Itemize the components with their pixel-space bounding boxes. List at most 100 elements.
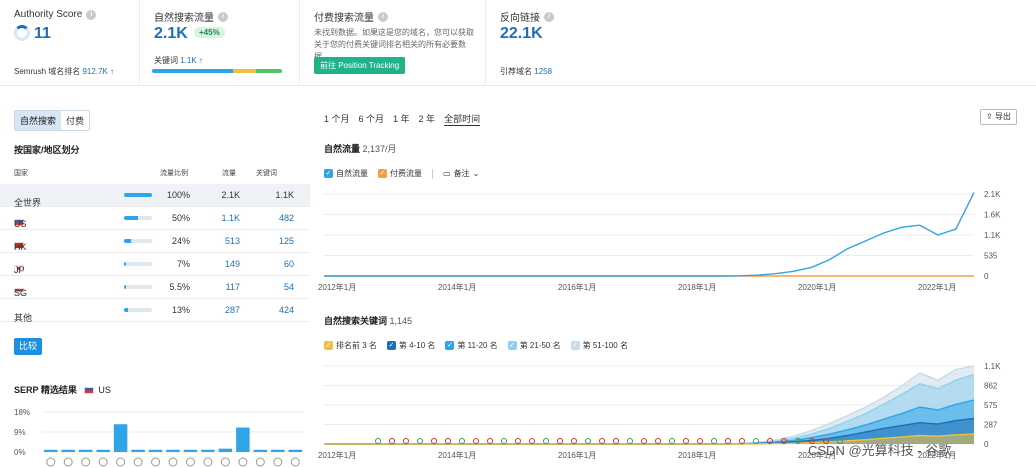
traffic-legend: ✓ 自然流量 ✓ 付费流量 ▭ 备注 ⌄: [324, 168, 479, 179]
serp-feature-icon[interactable]: [168, 457, 178, 467]
bar[interactable]: [113, 424, 128, 452]
serp-feature-icon[interactable]: [151, 457, 161, 467]
serp-feature-icon[interactable]: [98, 457, 108, 467]
country-row[interactable]: HK 24% 513 125: [0, 230, 310, 253]
y-tick-label: 862: [984, 382, 998, 391]
organic-traffic-title: 自然搜索流量: [154, 13, 214, 24]
range-all[interactable]: 全部时间: [444, 112, 481, 126]
legend-21-50[interactable]: ✓ 第 21-50 名: [507, 340, 561, 351]
legend-organic[interactable]: ✓ 自然流量: [324, 168, 368, 179]
authority-score-value: 11: [34, 25, 51, 42]
range-6m[interactable]: 6 个月: [359, 112, 385, 126]
serp-marker: [711, 438, 717, 444]
bar[interactable]: [44, 449, 58, 452]
keywords-value[interactable]: 482: [262, 213, 294, 223]
bar[interactable]: [131, 449, 145, 452]
legend-51-100[interactable]: ✓ 第 51-100 名: [570, 340, 628, 351]
legend-4-10[interactable]: ✓ 第 4-10 名: [386, 340, 435, 351]
bar[interactable]: [218, 448, 233, 452]
serp-marker: [627, 438, 633, 444]
traffic-value[interactable]: 117: [210, 282, 240, 292]
backlinks-card: 反向链接 i 22.1K 引荐域名 1258: [486, 0, 1036, 86]
serp-marker: [585, 438, 591, 444]
bar[interactable]: [61, 449, 75, 452]
semrush-rank-value[interactable]: 912.7K ↑: [82, 67, 114, 76]
traffic-value[interactable]: 287: [210, 305, 240, 315]
serp-feature-icon[interactable]: [273, 457, 283, 467]
col-traffic[interactable]: 流量: [222, 168, 236, 178]
by-country-title: 按国家/地区划分: [14, 145, 80, 155]
serp-feature-icon[interactable]: [46, 457, 56, 467]
legend-top3[interactable]: ✓ 排名前 3 名: [324, 340, 377, 351]
x-tick-label: 2018年1月: [678, 282, 716, 292]
notes-dropdown[interactable]: ▭ 备注 ⌄: [443, 168, 479, 179]
keywords-value[interactable]: 125: [262, 236, 294, 246]
info-icon[interactable]: i: [218, 11, 228, 22]
compare-button[interactable]: 比较: [14, 338, 43, 355]
serp-feature-icon[interactable]: [116, 457, 126, 467]
serp-feature-icon[interactable]: [220, 457, 230, 467]
export-label: 导出: [994, 112, 1011, 121]
bar[interactable]: [148, 449, 163, 452]
bar[interactable]: [96, 449, 110, 452]
range-2y[interactable]: 2 年: [419, 112, 436, 126]
organic-traffic-value[interactable]: 2.1K: [154, 25, 188, 43]
bar[interactable]: [78, 449, 93, 452]
info-icon[interactable]: i: [544, 11, 554, 22]
keywords-value[interactable]: 60: [262, 259, 294, 269]
bar[interactable]: [201, 449, 215, 452]
bar[interactable]: [183, 449, 198, 452]
traffic-value[interactable]: 149: [210, 259, 240, 269]
backlinks-value[interactable]: 22.1K: [500, 25, 543, 43]
export-button[interactable]: ⇪ 导出: [980, 109, 1017, 125]
serp-marker: [417, 438, 423, 444]
range-1y[interactable]: 1 年: [393, 112, 410, 126]
keywords-value[interactable]: 54: [262, 282, 294, 292]
country-row[interactable]: US 50% 1.1K 482: [0, 207, 310, 230]
col-share[interactable]: 流量比例: [160, 168, 188, 178]
serp-feature-icon[interactable]: [203, 457, 213, 467]
legend-paid[interactable]: ✓ 付费流量: [378, 168, 422, 179]
traffic-share-bar: [124, 262, 152, 266]
serp-feature-icon[interactable]: [238, 457, 248, 467]
x-tick-label: 2022年1月: [918, 282, 956, 292]
bar[interactable]: [288, 449, 302, 452]
chevron-down-icon: ⌄: [472, 169, 480, 178]
bar[interactable]: [271, 449, 285, 452]
legend-11-20[interactable]: ✓ 第 11-20 名: [445, 340, 498, 351]
info-icon[interactable]: i: [86, 9, 97, 20]
traffic-value[interactable]: 1.1K: [210, 213, 240, 223]
bar[interactable]: [253, 449, 268, 452]
serp-marker: [641, 438, 647, 444]
tab-organic[interactable]: 自然搜索: [15, 111, 62, 130]
keywords-value[interactable]: 1.1K ↑: [180, 56, 203, 65]
traffic-value[interactable]: 513: [210, 236, 240, 246]
referring-domains-value[interactable]: 1258: [534, 67, 552, 76]
serp-marker: [697, 438, 703, 444]
col-keywords[interactable]: 关键词: [256, 168, 277, 178]
serp-feature-icon[interactable]: [290, 457, 300, 467]
keywords-chart-value: 1,145: [389, 316, 413, 326]
info-icon[interactable]: i: [378, 11, 388, 22]
paid-traffic-card: 付费搜索流量 i 未找到数据。如果这是您的域名，您可以获取关于您的付费关键词排名相…: [300, 0, 486, 86]
serp-feature-icon[interactable]: [63, 457, 73, 467]
traffic-share-bar: [124, 285, 152, 289]
y-tick-label: 535: [984, 252, 998, 261]
serp-feature-icon[interactable]: [133, 457, 143, 467]
range-1m[interactable]: 1 个月: [324, 112, 350, 126]
serp-feature-icon[interactable]: [255, 457, 265, 467]
bar[interactable]: [166, 449, 180, 452]
bar[interactable]: [236, 427, 250, 452]
paid-traffic-title: 付费搜索流量: [314, 13, 374, 24]
tab-paid[interactable]: 付费: [61, 111, 89, 130]
country-row[interactable]: JP 7% 149 60: [0, 253, 310, 276]
country-row[interactable]: 全世界 100% 2.1K 1.1K: [0, 184, 310, 208]
checkbox-icon: ✓: [445, 341, 455, 350]
position-tracking-button[interactable]: 前往 Position Tracking: [314, 57, 406, 74]
country-row[interactable]: 其他 13% 287 424: [0, 299, 310, 323]
keywords-value[interactable]: 424: [262, 305, 294, 315]
country-row[interactable]: SG 5.5% 117 54: [0, 276, 310, 299]
serp-feature-icon[interactable]: [185, 457, 195, 467]
serp-feature-icon[interactable]: [81, 457, 91, 467]
traffic-share: 13%: [171, 305, 190, 315]
